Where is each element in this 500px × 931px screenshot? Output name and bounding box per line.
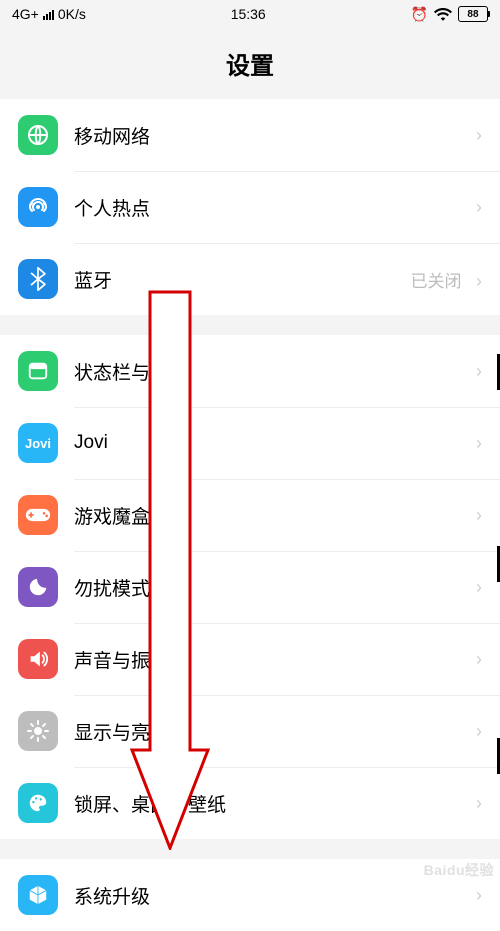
chevron-right-icon: ›: [476, 433, 482, 454]
page-header: 设置: [0, 28, 500, 99]
cube-icon: [18, 875, 58, 915]
status-right: ⏰ 88: [411, 6, 488, 23]
item-sound[interactable]: 声音与振动 ›: [0, 623, 500, 695]
gamepad-icon: [18, 495, 58, 535]
page-title: 设置: [0, 46, 500, 81]
item-label: Jovi: [74, 432, 108, 454]
chevron-right-icon: ›: [476, 361, 482, 382]
item-label: 勿扰模式: [74, 574, 150, 601]
item-status-bar[interactable]: 状态栏与通知 ›: [0, 335, 500, 407]
network-type: 4G+: [12, 6, 39, 22]
item-label: 移动网络: [74, 122, 150, 149]
chevron-right-icon: ›: [476, 793, 482, 814]
status-bar: 4G+ 0K/s 15:36 ⏰ 88: [0, 0, 500, 28]
alarm-icon: ⏰: [411, 6, 428, 23]
item-do-not-disturb[interactable]: 勿扰模式 ›: [0, 551, 500, 623]
item-value: 已关闭: [411, 272, 462, 291]
chevron-right-icon: ›: [476, 505, 482, 526]
palette-icon: [18, 783, 58, 823]
hotspot-icon: [18, 187, 58, 227]
item-label: 个人热点: [74, 194, 150, 221]
item-display[interactable]: 显示与亮度 ›: [0, 695, 500, 767]
item-label: 显示与亮度: [74, 718, 169, 745]
settings-group-1: 移动网络 › 个人热点 › 蓝牙 已关闭 ›: [0, 99, 500, 315]
globe-icon: [18, 115, 58, 155]
chevron-right-icon: ›: [476, 125, 482, 146]
brightness-icon: [18, 711, 58, 751]
watermark: Baidu经验: [424, 860, 494, 880]
settings-group-2: 状态栏与通知 › Jovi Jovi › 游戏魔盒 › 勿扰模式 ›: [0, 335, 500, 839]
item-mobile-network[interactable]: 移动网络 ›: [0, 99, 500, 171]
item-jovi[interactable]: Jovi Jovi ›: [0, 407, 500, 479]
item-game-box[interactable]: 游戏魔盒 ›: [0, 479, 500, 551]
chevron-right-icon: ›: [476, 197, 482, 218]
chevron-right-icon: ›: [476, 577, 482, 598]
chevron-right-icon: ›: [476, 885, 482, 906]
battery-icon: 88: [458, 6, 488, 22]
signal-icon: [43, 8, 54, 20]
wifi-icon: [434, 7, 452, 21]
item-label: 声音与振动: [74, 646, 169, 673]
chevron-right-icon: ›: [476, 649, 482, 670]
item-lock-screen[interactable]: 锁屏、桌面与壁纸 ›: [0, 767, 500, 839]
bluetooth-icon: [18, 259, 58, 299]
status-left: 4G+ 0K/s: [12, 6, 86, 22]
item-label: 状态栏与通知: [74, 358, 188, 385]
jovi-icon: Jovi: [18, 423, 58, 463]
moon-icon: [18, 567, 58, 607]
status-time: 15:36: [231, 6, 266, 22]
item-label: 游戏魔盒: [74, 502, 150, 529]
item-label: 锁屏、桌面与壁纸: [74, 790, 226, 817]
chevron-right-icon: ›: [476, 271, 482, 291]
chevron-right-icon: ›: [476, 721, 482, 742]
speaker-icon: [18, 639, 58, 679]
notification-icon: [18, 351, 58, 391]
item-personal-hotspot[interactable]: 个人热点 ›: [0, 171, 500, 243]
item-bluetooth[interactable]: 蓝牙 已关闭 ›: [0, 243, 500, 315]
item-label: 蓝牙: [74, 266, 112, 293]
network-speed: 0K/s: [58, 6, 86, 22]
